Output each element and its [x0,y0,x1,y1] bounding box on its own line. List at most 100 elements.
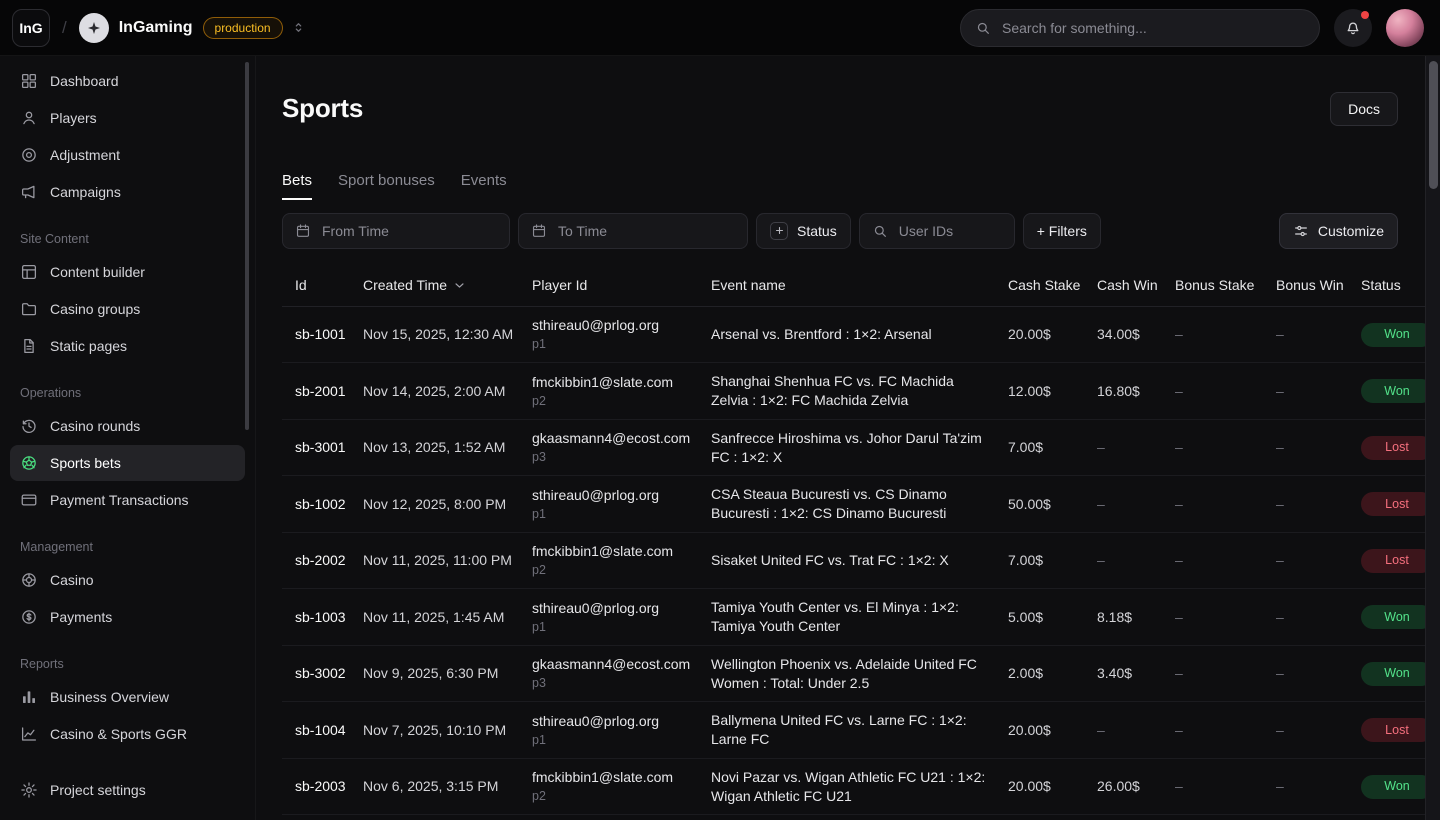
created-time-cell: Nov 13, 2025, 1:52 AM [363,438,532,457]
filters-bar: Status + Filters Customize [282,213,1425,249]
sidebar-item-project-settings[interactable]: Project settings [10,772,245,808]
column-header-bonus-win[interactable]: Bonus Win [1276,277,1361,293]
environment-switcher-button[interactable] [287,16,310,39]
to-time-input[interactable] [518,213,748,249]
notifications-button[interactable] [1334,9,1372,47]
tab-events[interactable]: Events [461,172,507,200]
bell-icon [1344,19,1362,37]
table-row[interactable]: sb-1003Nov 11, 2025, 1:45 AMsthireau0@pr… [282,589,1425,646]
bet-id-cell: sb-1003 [282,608,363,627]
table-row[interactable]: sb-2002Nov 11, 2025, 11:00 PMfmckibbin1@… [282,533,1425,590]
table-row[interactable]: sb-3003Nov 5, 2025, 2:00 PMgkaasmann4@ec… [282,815,1425,820]
created-time-cell: Nov 7, 2025, 10:10 PM [363,721,532,740]
layout-builder-icon [20,263,38,281]
column-header-event-name[interactable]: Event name [711,277,1008,293]
bar-chart-icon [20,688,38,706]
topbar-left: InG / InGaming production [12,9,310,47]
sidebar-item-content-builder[interactable]: Content builder [10,254,245,290]
status-badge: Lost [1361,549,1425,573]
from-time-input[interactable] [282,213,510,249]
created-time-cell: Nov 12, 2025, 8:00 PM [363,495,532,514]
tab-sport-bonuses[interactable]: Sport bonuses [338,172,435,200]
table-row[interactable]: sb-2001Nov 14, 2025, 2:00 AMfmckibbin1@s… [282,363,1425,420]
created-time-cell: Nov 14, 2025, 2:00 AM [363,382,532,401]
column-header-created-time[interactable]: Created Time [363,277,532,293]
player-id-cell: sthireau0@prlog.orgp1 [532,712,711,749]
to-time-field[interactable] [556,222,735,240]
bonus-win-cell: – [1276,608,1361,627]
table-row[interactable]: sb-3001Nov 13, 2025, 1:52 AMgkaasmann4@e… [282,420,1425,477]
sidebar-item-campaigns[interactable]: Campaigns [10,174,245,210]
tab-bets[interactable]: Bets [282,172,312,200]
sidebar-item-dashboard[interactable]: Dashboard [10,63,245,99]
bonus-stake-cell: – [1175,608,1276,627]
customize-button[interactable]: Customize [1279,213,1398,249]
sidebar-item-casino[interactable]: Casino [10,562,245,598]
history-icon [20,417,38,435]
table-row[interactable]: sb-1002Nov 12, 2025, 8:00 PMsthireau0@pr… [282,476,1425,533]
bet-id-cell: sb-1004 [282,721,363,740]
breadcrumb-separator: / [62,18,67,38]
bet-id-cell: sb-3001 [282,438,363,457]
dashboard-grid-icon [20,72,38,90]
sidebar-section-label: Management [20,540,235,554]
sidebar-item-casino-sports-ggr[interactable]: Casino & Sports GGR [10,716,245,752]
sidebar-item-players[interactable]: Players [10,100,245,136]
column-header-id[interactable]: Id [282,277,363,293]
column-header-cash-stake[interactable]: Cash Stake [1008,277,1097,293]
bonus-win-cell: – [1276,382,1361,401]
user-avatar[interactable] [1386,9,1424,47]
sidebar-item-static-pages[interactable]: Static pages [10,328,245,364]
column-header-cash-win[interactable]: Cash Win [1097,277,1175,293]
table-row[interactable]: sb-1004Nov 7, 2025, 10:10 PMsthireau0@pr… [282,702,1425,759]
table-row[interactable]: sb-1001Nov 15, 2025, 12:30 AMsthireau0@p… [282,307,1425,364]
user-ids-field[interactable] [897,222,1002,240]
adjustment-target-icon [20,146,38,164]
page-scrollbar-thumb[interactable] [1429,61,1438,189]
status-cell: Lost [1361,718,1425,742]
status-badge: Lost [1361,436,1425,460]
sidebar-item-business-overview[interactable]: Business Overview [10,679,245,715]
status-badge: Won [1361,775,1425,799]
org-name: InGaming [119,19,193,37]
environment-badge: production [203,17,283,39]
global-search-input[interactable] [1000,19,1305,37]
sidebar-item-adjustment[interactable]: Adjustment [10,137,245,173]
calendar-icon [295,223,311,239]
user-ids-input[interactable] [859,213,1015,249]
docs-button[interactable]: Docs [1330,92,1398,126]
sidebar-item-casino-groups[interactable]: Casino groups [10,291,245,327]
status-badge: Won [1361,379,1425,403]
table-row[interactable]: sb-3002Nov 9, 2025, 6:30 PMgkaasmann4@ec… [282,646,1425,703]
status-cell: Won [1361,323,1425,347]
column-header-player-id[interactable]: Player Id [532,277,711,293]
sidebar-item-payments[interactable]: Payments [10,599,245,635]
column-header-bonus-stake[interactable]: Bonus Stake [1175,277,1276,293]
status-cell: Won [1361,662,1425,686]
org-avatar[interactable] [79,13,109,43]
bet-id-cell: sb-1001 [282,325,363,344]
event-name-cell: Sisaket United FC vs. Trat FC : 1×2: X [711,551,1008,570]
global-search[interactable] [960,9,1320,47]
column-header-status[interactable]: Status [1361,277,1425,293]
status-filter-button[interactable]: Status [756,213,851,249]
sidebar-item-casino-rounds[interactable]: Casino rounds [10,408,245,444]
from-time-field[interactable] [320,222,497,240]
app-logo[interactable]: InG [12,9,50,47]
player-id-cell: sthireau0@prlog.orgp1 [532,316,711,353]
event-name-cell: CSA Steaua Bucuresti vs. CS Dinamo Bucur… [711,485,1008,523]
document-icon [20,337,38,355]
table-row[interactable]: sb-2003Nov 6, 2025, 3:15 PMfmckibbin1@sl… [282,759,1425,816]
status-cell: Lost [1361,436,1425,460]
sidebar-scrollbar[interactable] [245,62,249,430]
sidebar-item-sports-bets[interactable]: Sports bets [10,445,245,481]
search-icon [975,20,991,36]
page-scrollbar-track[interactable] [1425,56,1440,820]
sidebar-item-payment-transactions[interactable]: Payment Transactions [10,482,245,518]
bonus-win-cell: – [1276,777,1361,796]
sports-ball-icon [20,454,38,472]
player-id-cell: fmckibbin1@slate.comp2 [532,373,711,410]
player-id-cell: fmckibbin1@slate.comp2 [532,768,711,805]
more-filters-button[interactable]: + Filters [1023,213,1101,249]
chevron-down-icon [452,278,467,293]
